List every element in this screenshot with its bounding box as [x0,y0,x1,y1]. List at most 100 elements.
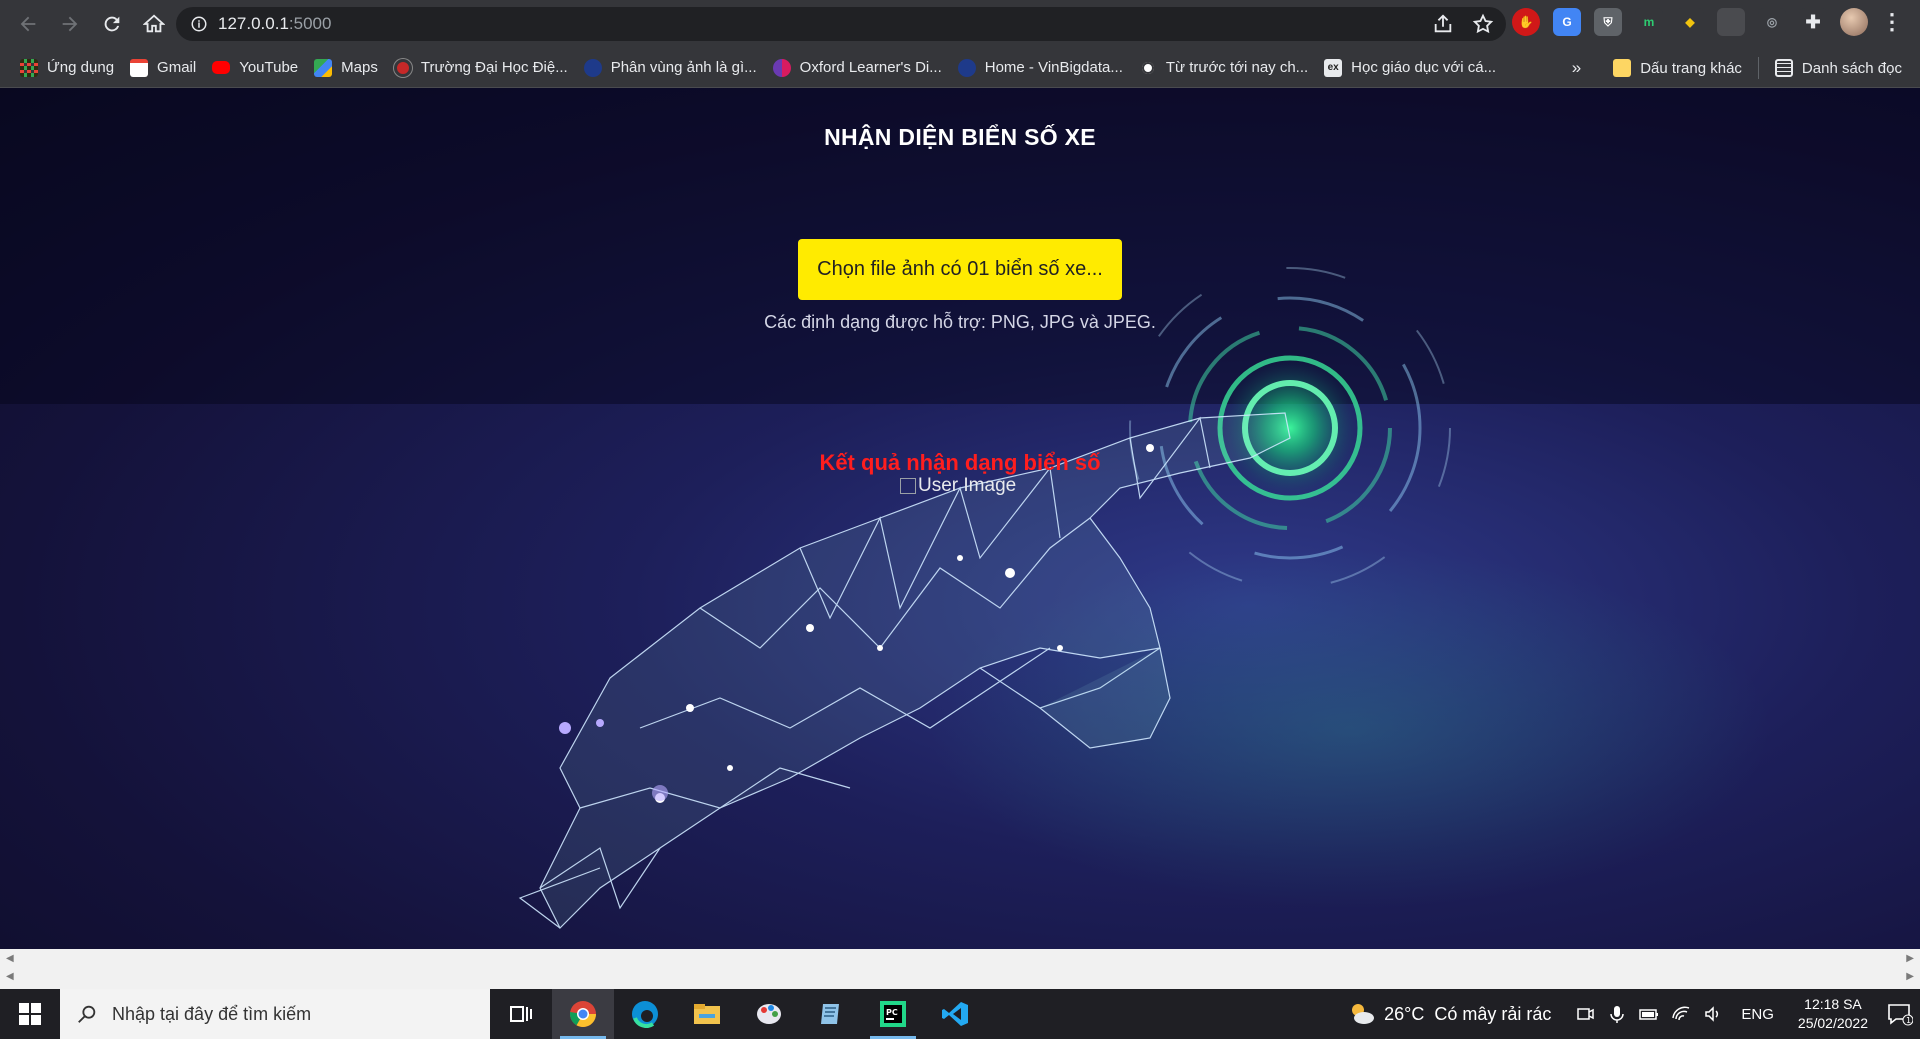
result-image-alt: User Image [918,475,1017,496]
star-icon[interactable] [1472,13,1494,35]
bookmark-apps[interactable]: Ứng dụng [12,53,122,83]
bookmark-youtube[interactable]: YouTube [204,53,306,83]
taskbar-notepad[interactable] [800,989,862,1039]
other-bookmarks-folder[interactable]: Dấu trang khác [1605,53,1750,83]
maps-icon [314,58,333,77]
home-button[interactable] [134,4,174,44]
gmail-icon [130,58,149,77]
task-view-icon [510,1006,532,1022]
task-view-button[interactable] [490,989,552,1039]
edx-icon: ex [1324,58,1343,77]
back-button[interactable] [8,4,48,44]
page-title: NHẬN DIỆN BIỂN SỐ XE [824,124,1096,150]
taskbar-paint[interactable] [738,989,800,1039]
apps-grid-icon [20,58,38,77]
info-icon[interactable] [190,15,208,33]
arrow-left-icon [20,16,36,32]
scroll-right-icon[interactable]: ▶ [1906,953,1914,964]
url-text[interactable]: 127.0.0.1:5000 [218,14,331,34]
page-viewport: NHẬN DIỆN BIỂN SỐ XE Chọn file ảnh có 01… [0,88,1920,949]
forward-button[interactable] [50,4,90,44]
menu-kebab-icon[interactable]: ⋮ [1881,11,1903,33]
bookmark-edx[interactable]: ex Học giáo dục với cá... [1316,53,1504,83]
youtube-icon [212,61,231,74]
result-image: User Image [900,475,1016,497]
start-button[interactable] [0,989,60,1039]
taskbar-pycharm[interactable]: PC [862,989,924,1039]
puzzle-extensions-icon[interactable]: ✚ [1799,8,1827,36]
translate-extension-icon[interactable]: G [1553,8,1581,36]
scroll-left-icon[interactable]: ◀ [6,953,14,964]
screenshot-extension-icon[interactable] [1717,8,1745,36]
weather-widget[interactable]: 26°C Có mây rải rác [1346,1001,1551,1027]
home-icon [143,14,165,33]
chrome-icon [569,1001,597,1028]
bookmark-vinbigdata[interactable]: Home - VinBigdata... [950,53,1131,83]
notification-center-button[interactable]: 1 [1880,1002,1920,1026]
weather-temperature: 26°C [1384,1003,1425,1024]
address-bar[interactable]: 127.0.0.1:5000 [176,7,1506,41]
horizontal-scrollbar[interactable]: ◀ ▶ ◀ ▶ [0,949,1920,989]
bookmark-gmail[interactable]: Gmail [122,53,204,83]
clock-date: 25/02/2022 [1797,1015,1868,1031]
reload-icon [104,16,120,32]
search-icon [78,1005,96,1023]
volume-icon[interactable] [1703,1004,1723,1024]
paint-icon [757,1004,781,1024]
reading-list-button[interactable]: Danh sách đọc [1767,53,1910,83]
choose-file-button[interactable]: Chọn file ảnh có 01 biển số xe... [798,239,1122,300]
scroll-left-icon[interactable]: ◀ [6,971,14,982]
bookmarks-bar: Ứng dụng Gmail YouTube Maps Trường Đại H… [0,48,1920,88]
vscode-icon [942,1002,968,1026]
notification-icon: 1 [1888,1004,1913,1026]
speed-extension-icon[interactable]: ◎ [1758,8,1786,36]
supported-formats-note: Các định dạng được hỗ trợ: PNG, JPG và J… [764,312,1156,332]
pycharm-icon: PC [880,1001,906,1027]
wifi-icon[interactable] [1671,1004,1691,1024]
pokeball-extension-icon[interactable]: ◆ [1676,8,1704,36]
bookmark-history[interactable]: Từ trước tới nay ch... [1131,53,1316,83]
windows-logo-icon [19,1003,41,1025]
grammar-extension-icon[interactable]: m [1635,8,1663,36]
svg-text:PC: PC [886,1008,898,1017]
taskbar-chrome[interactable] [552,989,614,1039]
bookmark-segmentation[interactable]: Phân vùng ảnh là gì... [576,53,765,83]
scroll-right-icon[interactable]: ▶ [1906,971,1914,982]
arrow-right-icon [62,16,78,32]
bookmark-university[interactable]: Trường Đại Học Điệ... [386,53,576,83]
microphone-icon[interactable] [1607,1004,1627,1024]
taskbar-vscode[interactable] [924,989,986,1039]
edge-icon [632,1001,658,1028]
share-icon[interactable] [1432,13,1454,35]
weather-description: Có mây rải rác [1434,1003,1552,1024]
notification-count: 1 [1906,1016,1911,1025]
globe-icon [1138,58,1157,77]
reload-button[interactable] [92,4,132,44]
search-placeholder: Nhập tại đây để tìm kiếm [112,1003,312,1024]
site-icon [583,58,602,77]
shield-extension-icon[interactable]: ⛨ [1594,8,1622,36]
result-title: Kết quả nhận dạng biển số [819,450,1101,475]
folder-icon [1613,59,1632,77]
taskbar-search-box[interactable]: Nhập tại đây để tìm kiếm [60,989,490,1039]
more-bookmarks-button[interactable]: » [1572,58,1581,78]
reading-list-icon [1774,59,1793,77]
clock-time: 12:18 SA [1804,996,1862,1012]
windows-taskbar: Nhập tại đây để tìm kiếm PC 26°C Có mây … [0,989,1920,1039]
adblock-extension-icon[interactable]: ✋ [1512,8,1540,36]
taskbar-edge[interactable] [614,989,676,1039]
meet-now-icon[interactable] [1575,1004,1595,1024]
bookmark-maps[interactable]: Maps [306,53,386,83]
browser-toolbar: 127.0.0.1:5000 ✋ G ⛨ m ◆ ◎ ✚ ⋮ [0,0,1920,48]
notepad-icon [821,1004,839,1024]
profile-avatar[interactable] [1840,8,1868,36]
clock[interactable]: 12:18 SA 25/02/2022 [1798,995,1868,1033]
divider [1757,57,1759,79]
input-language[interactable]: ENG [1741,1006,1774,1023]
file-explorer-icon [694,1004,720,1024]
vinbigdata-icon [957,58,976,77]
battery-icon[interactable] [1639,1004,1659,1024]
taskbar-file-explorer[interactable] [676,989,738,1039]
bookmark-oxford[interactable]: Oxford Learner's Di... [765,53,950,83]
oxford-icon [772,58,791,77]
